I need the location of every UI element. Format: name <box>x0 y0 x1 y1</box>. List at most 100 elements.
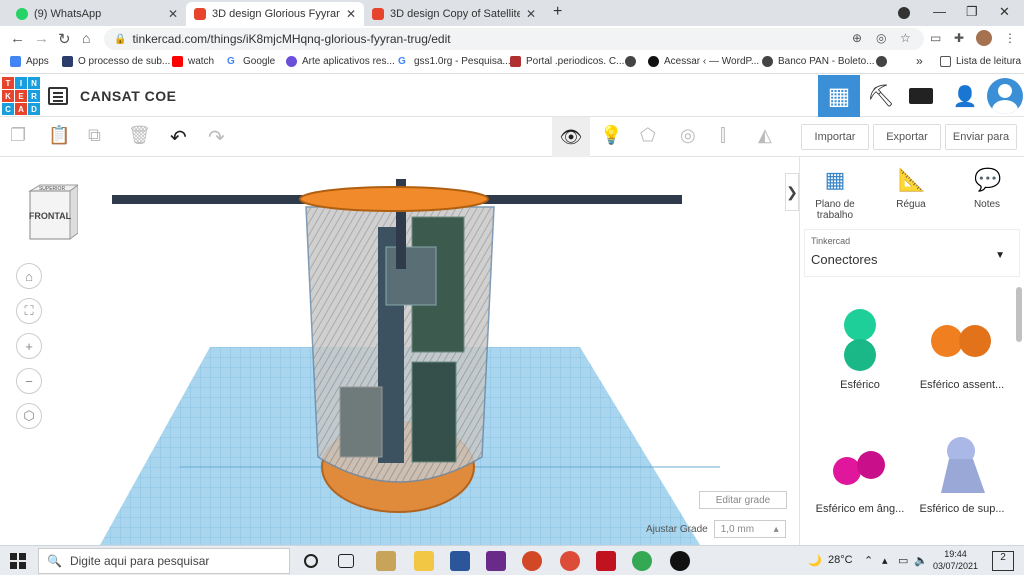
group-icon[interactable]: ⬠ <box>640 125 656 146</box>
collapse-panel-button[interactable]: ❯ <box>785 173 799 211</box>
undo-icon[interactable]: ↶ <box>170 125 187 150</box>
scene-render[interactable] <box>0 157 797 545</box>
volume-icon[interactable]: 🔈 <box>914 554 928 567</box>
bookmark-banco-pan[interactable]: Banco PAN - Boleto... <box>762 56 875 67</box>
add-user-button[interactable]: 👤 <box>944 75 986 117</box>
bookmark-arte[interactable]: Arte aplicativos res... <box>286 56 395 67</box>
edit-grid-button[interactable]: Editar grade <box>699 491 787 509</box>
design-menu-icon[interactable] <box>48 87 68 105</box>
lightbulb-icon[interactable]: 💡 <box>600 125 622 146</box>
bookmark-globe[interactable] <box>625 56 641 67</box>
tracking-icon[interactable]: ◎ <box>876 31 886 45</box>
acrobat-icon[interactable] <box>596 551 616 571</box>
shape-esferico-suporte[interactable]: Esférico de sup... <box>912 433 1012 515</box>
tray-chevron-icon[interactable]: ⌃ <box>864 554 873 567</box>
import-button[interactable]: Importar <box>801 124 869 150</box>
ungroup-icon[interactable]: ◎ <box>680 125 696 146</box>
tab-whatsapp[interactable]: (9) WhatsApp ✕ <box>8 2 186 26</box>
align-icon[interactable]: ⫿ <box>720 125 726 146</box>
weather-icon[interactable]: 🌙 <box>808 554 822 567</box>
close-tab-icon[interactable]: ✕ <box>346 7 356 21</box>
view-cube[interactable]: SUPERIOR FRONTAL <box>26 183 78 241</box>
bookmark-watch[interactable]: watch <box>172 56 214 67</box>
duplicate-icon[interactable]: ⧉ <box>88 125 101 146</box>
shape-esferico-angulo[interactable]: Esférico em âng... <box>810 437 910 515</box>
battery-icon[interactable]: ▭ <box>898 554 908 567</box>
pickaxe-button[interactable]: ⛏ <box>860 75 902 117</box>
notes-tool[interactable]: 💬 Notes <box>952 167 1022 210</box>
perspective-button[interactable]: ⬡ <box>16 403 42 429</box>
close-tab-icon[interactable]: ✕ <box>168 7 178 21</box>
export-button[interactable]: Exportar <box>873 124 941 150</box>
chrome-icon[interactable] <box>560 551 580 571</box>
user-avatar-button[interactable] <box>984 75 1024 117</box>
delete-icon[interactable]: 🗑 <box>128 125 151 146</box>
paste-icon[interactable]: 📋 <box>48 125 70 146</box>
redo-icon[interactable]: ↷ <box>208 125 225 150</box>
reload-icon[interactable]: ↻ <box>58 30 71 48</box>
task-view-icon[interactable] <box>338 554 354 568</box>
profile-avatar[interactable] <box>976 30 992 46</box>
tab-copy-of-satellite[interactable]: 3D design Copy of Satellite | Tinl ✕ <box>364 2 544 26</box>
workplane-tool[interactable]: ▦ Plano de trabalho <box>800 167 870 221</box>
bookmark-google[interactable]: G Google <box>227 56 275 67</box>
more-bookmarks-button[interactable]: » <box>916 54 923 68</box>
shape-esferico-assentado[interactable]: Esférico assent... <box>912 307 1012 391</box>
workplane-viewport[interactable]: SUPERIOR FRONTAL ⌂ ⛶ + − ⬡ Editar grade … <box>0 157 797 545</box>
fit-view-button[interactable]: ⛶ <box>16 298 42 324</box>
file-explorer-icon[interactable] <box>414 551 434 571</box>
app-icon[interactable] <box>486 551 506 571</box>
home-view-button[interactable]: ⌂ <box>16 263 42 289</box>
menu-dots-icon[interactable]: ⋮ <box>1004 31 1016 45</box>
bookmark-apps[interactable]: Apps <box>10 56 49 67</box>
app-circle-icon[interactable] <box>670 551 690 571</box>
grid-view-button[interactable]: ▦ <box>818 75 860 117</box>
shape-library-select[interactable]: Tinkercad Conectores ▼ <box>804 229 1020 277</box>
design-title[interactable]: CANSAT COE <box>80 88 177 104</box>
tab-glorious-fyyran-trug[interactable]: 3D design Glorious Fyyran-Trug | ✕ <box>186 2 364 26</box>
temperature-text[interactable]: 28°C <box>828 554 853 566</box>
bookmark-globe-2[interactable] <box>876 56 892 67</box>
url-input[interactable]: 🔒 tinkercad.com/things/iK8mjcMHqnq-glori… <box>104 28 924 50</box>
zoom-out-button[interactable]: − <box>16 368 42 394</box>
send-to-button[interactable]: Enviar para <box>945 124 1017 150</box>
bookmark-star-icon[interactable]: ☆ <box>900 31 911 45</box>
panel-scrollbar[interactable] <box>1016 287 1022 342</box>
close-window-button[interactable]: ✕ <box>999 4 1010 20</box>
ruler-tool[interactable]: 📐 Régua <box>876 167 946 210</box>
word-icon[interactable] <box>450 551 470 571</box>
powerpoint-icon[interactable] <box>522 551 542 571</box>
bookmark-gss[interactable]: Ggss1.0rg - Pesquisa... <box>398 56 511 67</box>
notifications-button[interactable]: 2 <box>992 551 1014 571</box>
blocks-button[interactable] <box>900 75 942 117</box>
paint-app-icon[interactable] <box>376 551 396 571</box>
snap-grid-select[interactable]: 1,0 mm ▴ <box>713 520 786 538</box>
reading-list-button[interactable]: Lista de leitura <box>940 56 1021 67</box>
show-all-icon[interactable]: 👁 <box>552 117 590 157</box>
zoom-icon[interactable]: ⊕ <box>852 31 862 45</box>
extensions-icon[interactable]: ✚ <box>954 31 964 45</box>
zoom-in-button[interactable]: + <box>16 333 42 359</box>
forward-icon[interactable]: → <box>34 30 49 47</box>
back-icon[interactable]: ← <box>10 30 25 47</box>
restore-button[interactable]: ❐ <box>966 4 978 20</box>
close-tab-icon[interactable]: ✕ <box>526 7 536 21</box>
profile-sync-icon[interactable] <box>898 7 910 19</box>
tinkercad-logo[interactable]: T I N K E R C A D <box>2 77 40 115</box>
windows-start-icon[interactable] <box>10 553 26 569</box>
cast-icon[interactable]: ▭ <box>930 31 941 45</box>
new-tab-button[interactable]: + <box>553 3 562 21</box>
mirror-icon[interactable]: ◭ <box>758 125 772 146</box>
taskbar-clock[interactable]: 19:44 03/07/2021 <box>933 548 978 572</box>
home-icon[interactable]: ⌂ <box>82 30 90 46</box>
bookmark-portal[interactable]: Portal .periodicos. C... <box>510 56 624 67</box>
bookmark-processo[interactable]: O processo de sub... <box>62 56 170 67</box>
network-icon[interactable]: ▴ <box>882 554 888 567</box>
minimize-button[interactable]: — <box>933 4 946 19</box>
copy-icon[interactable]: ❐ <box>10 125 26 146</box>
taskbar-search-input[interactable]: 🔍 Digite aqui para pesquisar <box>38 548 290 574</box>
bookmark-wordpress[interactable]: Acessar ‹ — WordP... <box>648 56 759 67</box>
chrome-profile-icon[interactable] <box>632 551 652 571</box>
cortana-icon[interactable] <box>304 554 318 568</box>
shape-esferico[interactable]: Esférico <box>810 307 910 391</box>
